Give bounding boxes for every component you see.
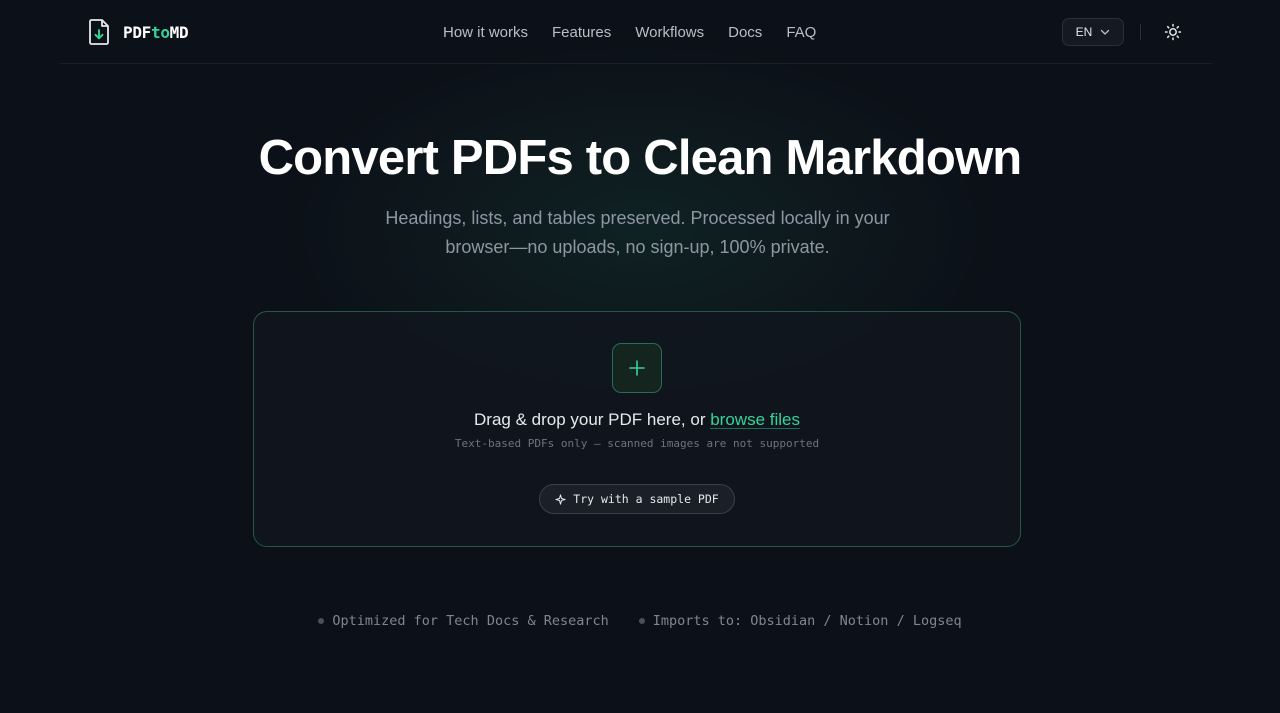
nav-how-it-works[interactable]: How it works bbox=[443, 24, 528, 41]
badge-label: Imports to: Obsidian / Notion / Logseq bbox=[652, 613, 962, 629]
pdf-dropzone[interactable]: Drag & drop your PDF here, or browse fil… bbox=[253, 311, 1021, 547]
badge-optimized: Optimized for Tech Docs & Research bbox=[318, 613, 609, 629]
language-label: EN bbox=[1075, 25, 1093, 39]
try-sample-button[interactable]: Try with a sample PDF bbox=[539, 484, 735, 514]
chevron-down-icon bbox=[1101, 29, 1110, 35]
sun-icon bbox=[1164, 23, 1182, 41]
header-divider bbox=[1140, 24, 1141, 40]
main-nav: How it works Features Workflows Docs FAQ bbox=[443, 21, 816, 43]
file-download-icon bbox=[89, 19, 109, 45]
dropzone-note: Text-based PDFs only — scanned images ar… bbox=[454, 437, 820, 450]
dropzone-text: Drag & drop your PDF here, or bbox=[474, 410, 711, 429]
logo[interactable]: PDFtoMD bbox=[87, 18, 189, 46]
upload-button[interactable] bbox=[612, 343, 662, 393]
hero-title: Convert PDFs to Clean Markdown bbox=[258, 131, 1023, 185]
nav-faq[interactable]: FAQ bbox=[786, 24, 816, 41]
badge-label: Optimized for Tech Docs & Research bbox=[332, 613, 609, 629]
feature-badges: Optimized for Tech Docs & Research Impor… bbox=[0, 611, 1280, 631]
site-header: PDFtoMD How it works Features Workflows … bbox=[60, 0, 1212, 64]
bullet-dot bbox=[638, 618, 645, 624]
badge-imports: Imports to: Obsidian / Notion / Logseq bbox=[638, 613, 962, 629]
language-selector[interactable]: EN bbox=[1062, 18, 1124, 46]
dropzone-instructions: Drag & drop your PDF here, or browse fil… bbox=[254, 410, 1020, 430]
nav-workflows[interactable]: Workflows bbox=[635, 24, 704, 41]
hero-subtitle: Headings, lists, and tables preserved. P… bbox=[385, 208, 890, 257]
nav-features[interactable]: Features bbox=[552, 24, 611, 41]
try-sample-label: Try with a sample PDF bbox=[573, 492, 719, 506]
nav-docs[interactable]: Docs bbox=[728, 24, 762, 41]
theme-toggle-button[interactable] bbox=[1162, 21, 1184, 43]
browse-files-link[interactable]: browse files bbox=[710, 410, 800, 429]
plus-icon bbox=[629, 360, 645, 376]
sparkle-icon bbox=[555, 493, 566, 505]
bullet-dot bbox=[318, 618, 325, 624]
logo-text: PDFtoMD bbox=[123, 22, 189, 42]
